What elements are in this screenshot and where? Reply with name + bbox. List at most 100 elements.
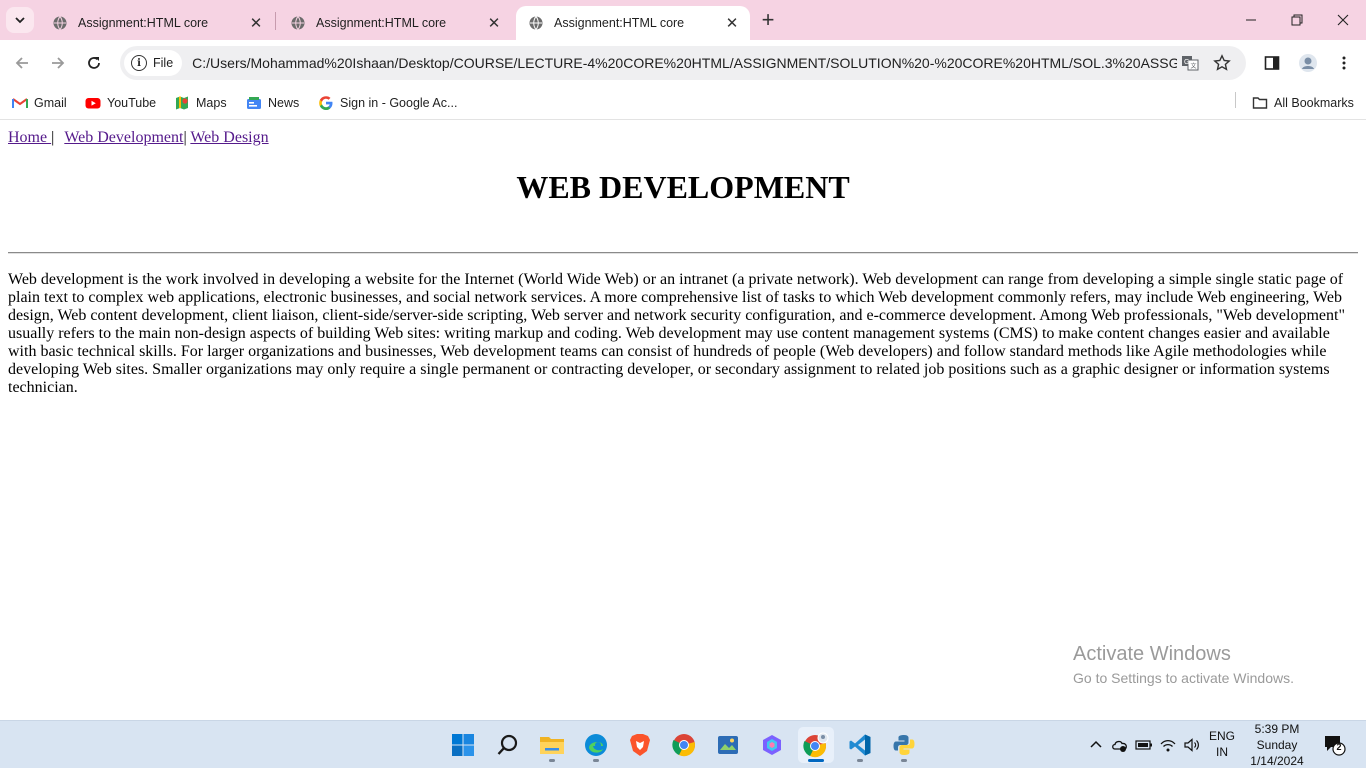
taskbar-search-button[interactable] — [490, 727, 526, 763]
star-icon[interactable] — [1212, 53, 1232, 73]
minimize-button[interactable] — [1228, 0, 1274, 40]
bookmark-label: Gmail — [34, 96, 67, 110]
search-icon — [497, 734, 518, 755]
close-icon[interactable]: ✕ — [724, 15, 740, 32]
clock-time: 5:39 PM — [1254, 722, 1300, 736]
url-text[interactable]: C:/Users/Mohammad%20Ishaan/Desktop/COURS… — [192, 55, 1177, 71]
running-indicator — [901, 759, 907, 762]
chrome-profile-icon — [803, 732, 829, 758]
running-indicator — [857, 759, 863, 762]
python-icon — [893, 735, 915, 755]
battery-tray[interactable] — [1134, 735, 1154, 755]
notification-icon — [1325, 736, 1346, 756]
vscode-icon — [849, 734, 871, 756]
translate-icon[interactable]: G文 — [1180, 53, 1200, 73]
profile-avatar[interactable] — [1297, 52, 1319, 74]
bookmark-maps[interactable]: Maps — [174, 92, 227, 114]
wifi-icon — [1160, 739, 1176, 752]
minimize-icon — [1246, 19, 1256, 21]
globe-icon — [529, 16, 543, 30]
chrome-icon — [672, 734, 695, 757]
taskbar-python[interactable] — [886, 727, 922, 763]
globe-icon — [53, 16, 67, 30]
onedrive-tray[interactable] — [1110, 735, 1130, 755]
gmail-icon — [12, 98, 28, 108]
tab-title: Assignment:HTML core — [554, 16, 685, 30]
close-icon[interactable]: ✕ — [486, 15, 502, 32]
clock-day: Sunday — [1256, 738, 1298, 752]
brave-icon — [630, 734, 650, 756]
body-paragraph: Web development is the work involved in … — [8, 271, 1345, 396]
battery-icon — [1135, 740, 1152, 750]
menu-button[interactable] — [1333, 52, 1355, 74]
clock-date: 1/14/2024 — [1250, 754, 1304, 768]
news-icon — [247, 97, 261, 109]
address-bar[interactable]: i File C:/Users/Mohammad%20Ishaan/Deskto… — [120, 46, 1246, 80]
taskbar-edge[interactable] — [578, 727, 614, 763]
system-clock[interactable]: 5:39 PM Sunday 1/14/2024 — [1244, 721, 1310, 769]
taskbar-photos[interactable] — [710, 727, 746, 763]
more-vertical-icon — [1342, 56, 1346, 70]
maps-icon — [176, 96, 188, 110]
copilot-icon — [763, 735, 781, 755]
site-info-chip[interactable]: i File — [124, 50, 183, 76]
watermark-title: Activate Windows — [1073, 643, 1231, 665]
edge-icon — [585, 734, 607, 756]
chevron-down-icon — [15, 17, 25, 24]
side-panel-button[interactable] — [1261, 52, 1283, 74]
notification-center-button[interactable]: 2 — [1322, 733, 1346, 757]
taskbar-brave[interactable] — [622, 727, 658, 763]
forward-button[interactable] — [44, 49, 72, 77]
nav-link-web-design[interactable]: Web Design — [190, 129, 268, 146]
globe-icon — [291, 16, 305, 30]
start-button[interactable] — [445, 727, 481, 763]
tab-strip: Assignment:HTML core ✕ Assignment:HTML c… — [0, 0, 1366, 40]
all-bookmarks-label: All Bookmarks — [1274, 96, 1354, 110]
taskbar-vscode[interactable] — [842, 727, 878, 763]
bookmark-news[interactable]: News — [246, 92, 299, 114]
bookmarks-divider — [1235, 92, 1236, 108]
language-indicator[interactable]: ENG IN — [1208, 728, 1236, 760]
close-icon — [1337, 14, 1349, 26]
taskbar-chrome[interactable] — [666, 727, 702, 763]
bookmark-label: News — [268, 96, 300, 110]
arrow-left-icon — [15, 57, 28, 69]
taskbar-chrome-active[interactable] — [798, 727, 834, 763]
tab-divider — [275, 12, 276, 30]
info-icon: i — [131, 55, 147, 71]
taskbar-file-explorer[interactable] — [534, 727, 570, 763]
notification-count: 2 — [1336, 742, 1342, 752]
tab-1[interactable]: Assignment:HTML core ✕ — [40, 6, 274, 40]
windows-start-icon — [452, 734, 474, 756]
close-icon[interactable]: ✕ — [248, 15, 264, 32]
restore-button[interactable] — [1274, 0, 1320, 40]
nav-link-home[interactable]: Home — [8, 129, 51, 146]
reload-button[interactable] — [80, 49, 108, 77]
show-hidden-icons-button[interactable] — [1086, 735, 1106, 755]
wifi-tray[interactable] — [1158, 735, 1178, 755]
tab-2[interactable]: Assignment:HTML core ✕ — [278, 6, 512, 40]
new-tab-button[interactable]: + — [756, 7, 780, 32]
nav-separator: | — [51, 129, 59, 146]
nav-link-web-development[interactable]: Web Development — [64, 129, 183, 146]
bookmark-gmail[interactable]: Gmail — [12, 92, 67, 114]
taskbar-copilot[interactable] — [754, 727, 790, 763]
volume-tray[interactable] — [1182, 735, 1202, 755]
plus-icon: + — [761, 7, 775, 32]
back-button[interactable] — [8, 49, 36, 77]
bookmark-label: YouTube — [107, 96, 157, 110]
browser-toolbar: i File C:/Users/Mohammad%20Ishaan/Deskto… — [0, 40, 1366, 85]
watermark-subtitle: Go to Settings to activate Windows. — [1073, 670, 1294, 686]
bookmark-google-signin[interactable]: Sign in - Google Ac... — [318, 92, 457, 114]
svg-text:文: 文 — [1191, 62, 1197, 70]
bookmarks-bar: Gmail YouTube Maps News Sign in - Google… — [0, 85, 1366, 120]
page-nav: Home | Web Development| Web Design — [8, 129, 269, 147]
close-window-button[interactable] — [1320, 0, 1366, 40]
page-content: Home | Web Development| Web Design WEB D… — [0, 121, 1366, 720]
tab-search-button[interactable] — [6, 7, 34, 33]
tab-3-active[interactable]: Assignment:HTML core ✕ — [516, 6, 750, 40]
photos-app-icon — [718, 736, 738, 754]
all-bookmarks-button[interactable]: All Bookmarks — [1252, 92, 1354, 114]
bookmark-youtube[interactable]: YouTube — [85, 92, 156, 114]
folder-icon — [1252, 97, 1268, 109]
